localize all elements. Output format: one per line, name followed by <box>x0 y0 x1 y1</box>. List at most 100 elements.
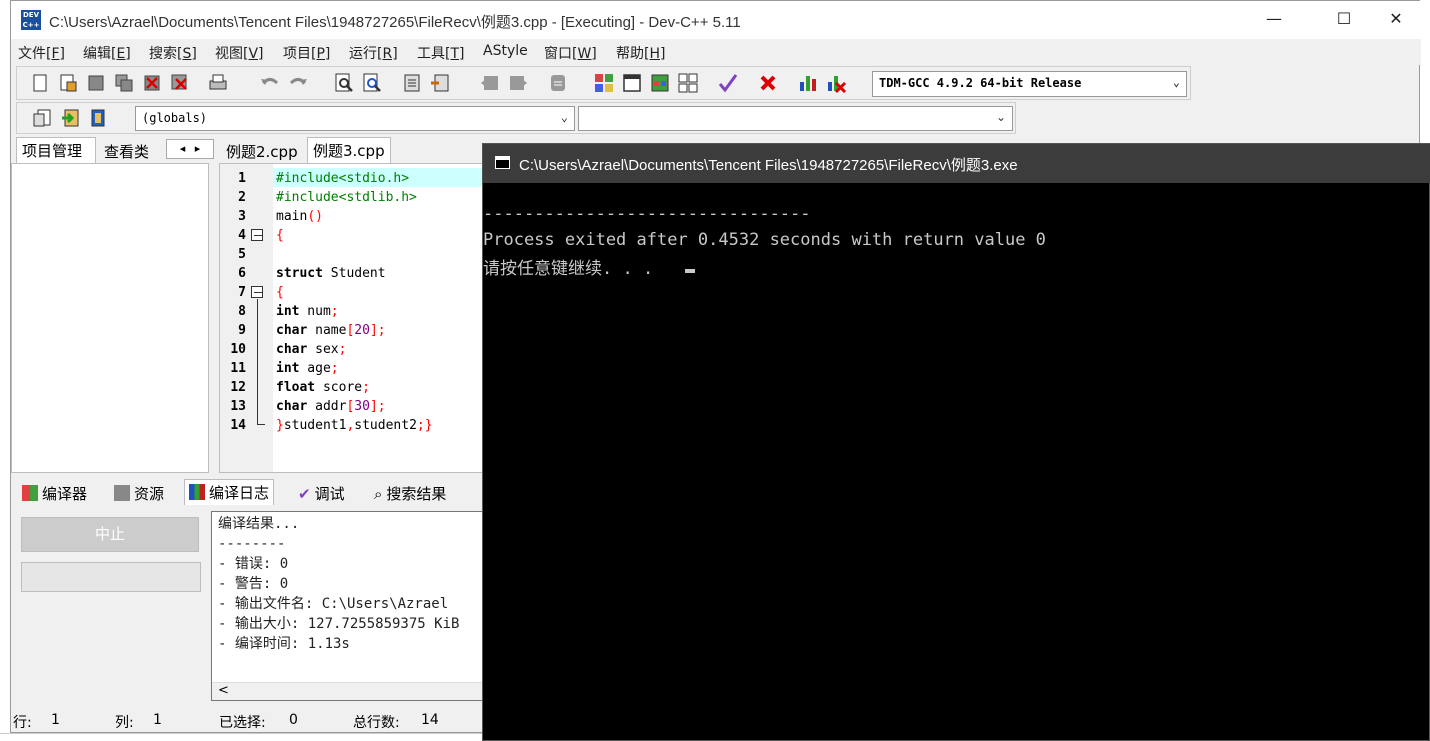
undo-icon[interactable] <box>259 72 281 94</box>
scroll-left-icon[interactable]: ◂ <box>180 142 186 155</box>
console-title-bar[interactable]: C:\Users\Azrael\Documents\Tencent Files\… <box>483 144 1430 183</box>
code-line: float score; <box>276 380 370 395</box>
code-line: struct Student <box>276 266 386 281</box>
menu-astyle[interactable]: AStyle <box>483 43 528 59</box>
output-tabs: 编译器 资源 编译日志 ✔ 调试 ⌕ 搜索结果 <box>16 479 491 507</box>
toggle-comment-icon[interactable] <box>547 72 569 94</box>
fold-toggle-icon[interactable] <box>251 229 263 241</box>
delete-profile-icon[interactable] <box>825 72 847 94</box>
menu-edit[interactable]: 编辑[E] <box>83 43 131 63</box>
save-all-icon[interactable] <box>113 72 135 94</box>
menu-search[interactable]: 搜索[S] <box>149 43 197 63</box>
redo-icon[interactable] <box>287 72 309 94</box>
menu-tools[interactable]: 工具[T] <box>417 43 464 63</box>
tab-file-3[interactable]: 例题3.cpp <box>307 137 391 163</box>
code-line: int num; <box>276 304 339 319</box>
menu-bar: 文件[F] 编辑[E] 搜索[S] 视图[V] 项目[P] 运行[R] 工具[T… <box>11 39 1421 65</box>
fold-line-end <box>257 424 265 425</box>
tab-debug[interactable]: ✔ 调试 <box>294 481 349 507</box>
title-bar[interactable]: DEV C++ C:\Users\Azrael\Documents\Tencen… <box>11 1 1421 39</box>
menu-view[interactable]: 视图[V] <box>215 43 264 63</box>
total-lines-value: 14 <box>421 712 439 728</box>
fold-toggle-icon[interactable] <box>251 286 263 298</box>
menu-file[interactable]: 文件[F] <box>18 43 65 63</box>
new-file-icon[interactable] <box>29 72 51 94</box>
editor-tabs: 例题2.cpp 例题3.cpp <box>219 137 489 165</box>
line-number: 6 <box>238 266 246 281</box>
log-line: - 警告: 0 <box>218 576 289 592</box>
abort-button[interactable]: 中止 <box>21 517 199 552</box>
remove-from-project-icon[interactable] <box>87 107 109 129</box>
code-line: int age; <box>276 361 339 376</box>
line-number: 13 <box>230 399 246 414</box>
syntax-check-icon[interactable] <box>717 72 739 94</box>
console-window[interactable]: C:\Users\Azrael\Documents\Tencent Files\… <box>482 143 1430 741</box>
compile-run-icon[interactable] <box>649 72 671 94</box>
background-window-bottom <box>0 733 482 741</box>
rebuild-icon[interactable] <box>677 72 699 94</box>
code-line: char sex; <box>276 342 347 357</box>
close-button[interactable]: ✕ <box>1373 1 1419 39</box>
open-file-icon[interactable] <box>57 72 79 94</box>
close-file-icon[interactable] <box>141 72 163 94</box>
main-toolbar: TDM-GCC 4.9.2 64-bit Release ⌄ <box>16 66 1191 100</box>
print-icon[interactable] <box>207 72 229 94</box>
fold-line <box>257 299 258 424</box>
compile-icon[interactable] <box>593 72 615 94</box>
add-to-project-icon[interactable] <box>59 107 81 129</box>
close-all-icon[interactable] <box>169 72 191 94</box>
minimize-button[interactable]: — <box>1251 1 1297 39</box>
col-label: 列: <box>115 715 134 731</box>
indent-icon[interactable] <box>479 72 501 94</box>
menu-project[interactable]: 项目[P] <box>283 43 330 63</box>
profile-icon[interactable] <box>797 72 819 94</box>
compile-log[interactable]: 编译结果... -------- - 错误: 0 - 警告: 0 - 输出文件名… <box>211 511 496 701</box>
code-line: char addr[30]; <box>276 399 386 414</box>
tab-compiler[interactable]: 编译器 <box>18 481 91 507</box>
scope-select[interactable]: (globals) ⌄ <box>135 106 575 131</box>
tab-project[interactable]: 项目管理 <box>16 137 96 163</box>
scroll-left-icon[interactable]: < <box>218 683 229 698</box>
code-editor[interactable]: 1 2 3 4 5 6 7 8 9 10 11 12 13 14 #includ… <box>219 163 494 473</box>
menu-help[interactable]: 帮助[H] <box>616 43 665 63</box>
tab-search-results[interactable]: ⌕ 搜索结果 <box>370 481 450 507</box>
stop-execution-icon[interactable] <box>757 72 779 94</box>
line-number: 7 <box>238 285 246 300</box>
function-select[interactable]: ⌄ <box>578 106 1013 131</box>
chevron-down-icon: ⌄ <box>1172 75 1180 89</box>
menu-window[interactable]: 窗口[W] <box>544 43 597 63</box>
save-icon[interactable] <box>85 72 107 94</box>
code-line: main() <box>276 209 323 224</box>
resources-tab-icon <box>114 485 130 501</box>
tab-resources[interactable]: 资源 <box>110 481 168 507</box>
col-value: 1 <box>153 712 162 728</box>
tab-file-2[interactable]: 例题2.cpp <box>221 139 305 165</box>
tab-compile-log[interactable]: 编译日志 <box>184 479 275 505</box>
log-line: - 输出文件名: C:\Users\Azrael <box>218 596 449 612</box>
console-title: C:\Users\Azrael\Documents\Tencent Files\… <box>519 157 1018 174</box>
find-icon[interactable] <box>333 72 355 94</box>
log-line: -------- <box>218 536 286 552</box>
compiler-select[interactable]: TDM-GCC 4.9.2 64-bit Release ⌄ <box>872 71 1187 97</box>
line-number: 2 <box>238 190 246 205</box>
bookmark-icon[interactable] <box>429 72 451 94</box>
project-tree[interactable] <box>11 163 209 473</box>
replace-icon[interactable] <box>361 72 383 94</box>
log-line: - 输出大小: 127.7255859375 KiB <box>218 616 460 632</box>
tab-classes[interactable]: 查看类 <box>99 139 161 165</box>
app-icon: DEV C++ <box>21 10 41 30</box>
unindent-icon[interactable] <box>507 72 529 94</box>
console-output-line: -------------------------------- <box>483 204 811 224</box>
run-icon[interactable] <box>621 72 643 94</box>
log-line: 编译结果... <box>218 516 300 532</box>
new-project-icon[interactable] <box>31 107 53 129</box>
console-output-line: Process exited after 0.4532 seconds with… <box>483 230 1046 250</box>
menu-run[interactable]: 运行[R] <box>349 43 398 63</box>
console-icon <box>495 156 510 169</box>
line-number: 3 <box>238 209 246 224</box>
scroll-right-icon[interactable]: ▸ <box>195 142 201 155</box>
log-horizontal-scrollbar[interactable]: < <box>212 682 495 700</box>
goto-line-icon[interactable] <box>401 72 423 94</box>
code-line: }student1,student2;} <box>276 418 433 433</box>
maximize-button[interactable]: ☐ <box>1321 1 1367 39</box>
